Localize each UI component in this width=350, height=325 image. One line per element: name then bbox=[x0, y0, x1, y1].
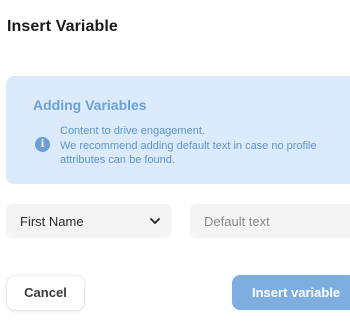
variable-select[interactable]: First Name bbox=[6, 204, 171, 238]
insert-variable-dialog: Insert Variable Adding Variables i Conte… bbox=[0, 0, 350, 325]
chevron-down-icon bbox=[150, 218, 160, 224]
default-text-input[interactable] bbox=[190, 204, 350, 238]
info-banner: Adding Variables i Content to drive enga… bbox=[6, 76, 350, 184]
cancel-button[interactable]: Cancel bbox=[7, 276, 84, 310]
insert-variable-button[interactable]: Insert variable bbox=[232, 275, 350, 310]
info-banner-title: Adding Variables bbox=[33, 97, 147, 113]
dialog-title: Insert Variable bbox=[7, 18, 118, 35]
info-line: Content to drive engagement. bbox=[60, 125, 205, 137]
variable-select-value: First Name bbox=[20, 214, 84, 229]
info-line: We recommend adding default text in case… bbox=[60, 139, 317, 152]
info-line: attributes can be found. bbox=[60, 154, 175, 166]
info-icon: i bbox=[35, 137, 50, 152]
info-banner-text: Content to drive engagement. We recommen… bbox=[60, 124, 340, 168]
